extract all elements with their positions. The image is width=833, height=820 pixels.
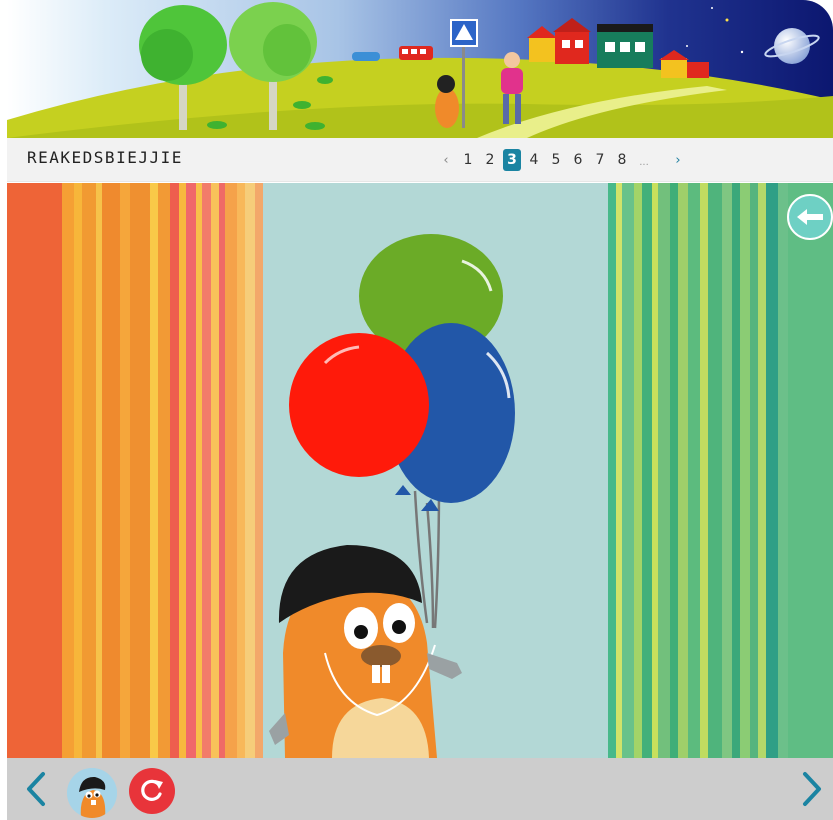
page-number-1[interactable]: 1 — [459, 149, 477, 171]
mole-avatar-icon — [67, 768, 117, 818]
header-banner — [7, 0, 833, 138]
book-title: REAKEDSBIEJJIE — [27, 148, 183, 167]
chevron-right-icon — [803, 772, 821, 806]
back-arrow-button[interactable] — [787, 194, 833, 240]
back-arrow-icon — [797, 209, 823, 225]
page-number-5[interactable]: 5 — [547, 149, 565, 171]
title-bar: REAKEDSBIEJJIE ‹ 1 2 3 4 5 6 7 8 ... › — [7, 138, 833, 182]
reload-icon — [141, 779, 163, 801]
pagination-ellipsis: ... — [639, 156, 649, 168]
banner-illustration — [7, 0, 833, 138]
page-number-6[interactable]: 6 — [569, 149, 587, 171]
chevron-left-icon — [27, 772, 45, 806]
page-number-3-current[interactable]: 3 — [503, 149, 521, 171]
pagination-prev-button[interactable]: ‹ — [435, 153, 457, 168]
previous-page-button[interactable] — [21, 770, 51, 808]
page-number-2[interactable]: 2 — [481, 149, 499, 171]
avatar-button[interactable] — [67, 768, 117, 818]
pagination-next-button[interactable]: › — [667, 153, 689, 168]
pagination: ‹ 1 2 3 4 5 6 7 8 ... › — [435, 148, 689, 172]
page-number-7[interactable]: 7 — [591, 149, 609, 171]
story-page-illustration — [7, 183, 833, 758]
book-reader: REAKEDSBIEJJIE ‹ 1 2 3 4 5 6 7 8 ... › — [7, 0, 833, 820]
page-number-4[interactable]: 4 — [525, 149, 543, 171]
page-illustration — [7, 183, 833, 758]
footer-toolbar — [7, 758, 833, 820]
page-number-8[interactable]: 8 — [613, 149, 631, 171]
next-page-button[interactable] — [797, 770, 827, 808]
reload-button[interactable] — [129, 768, 175, 814]
